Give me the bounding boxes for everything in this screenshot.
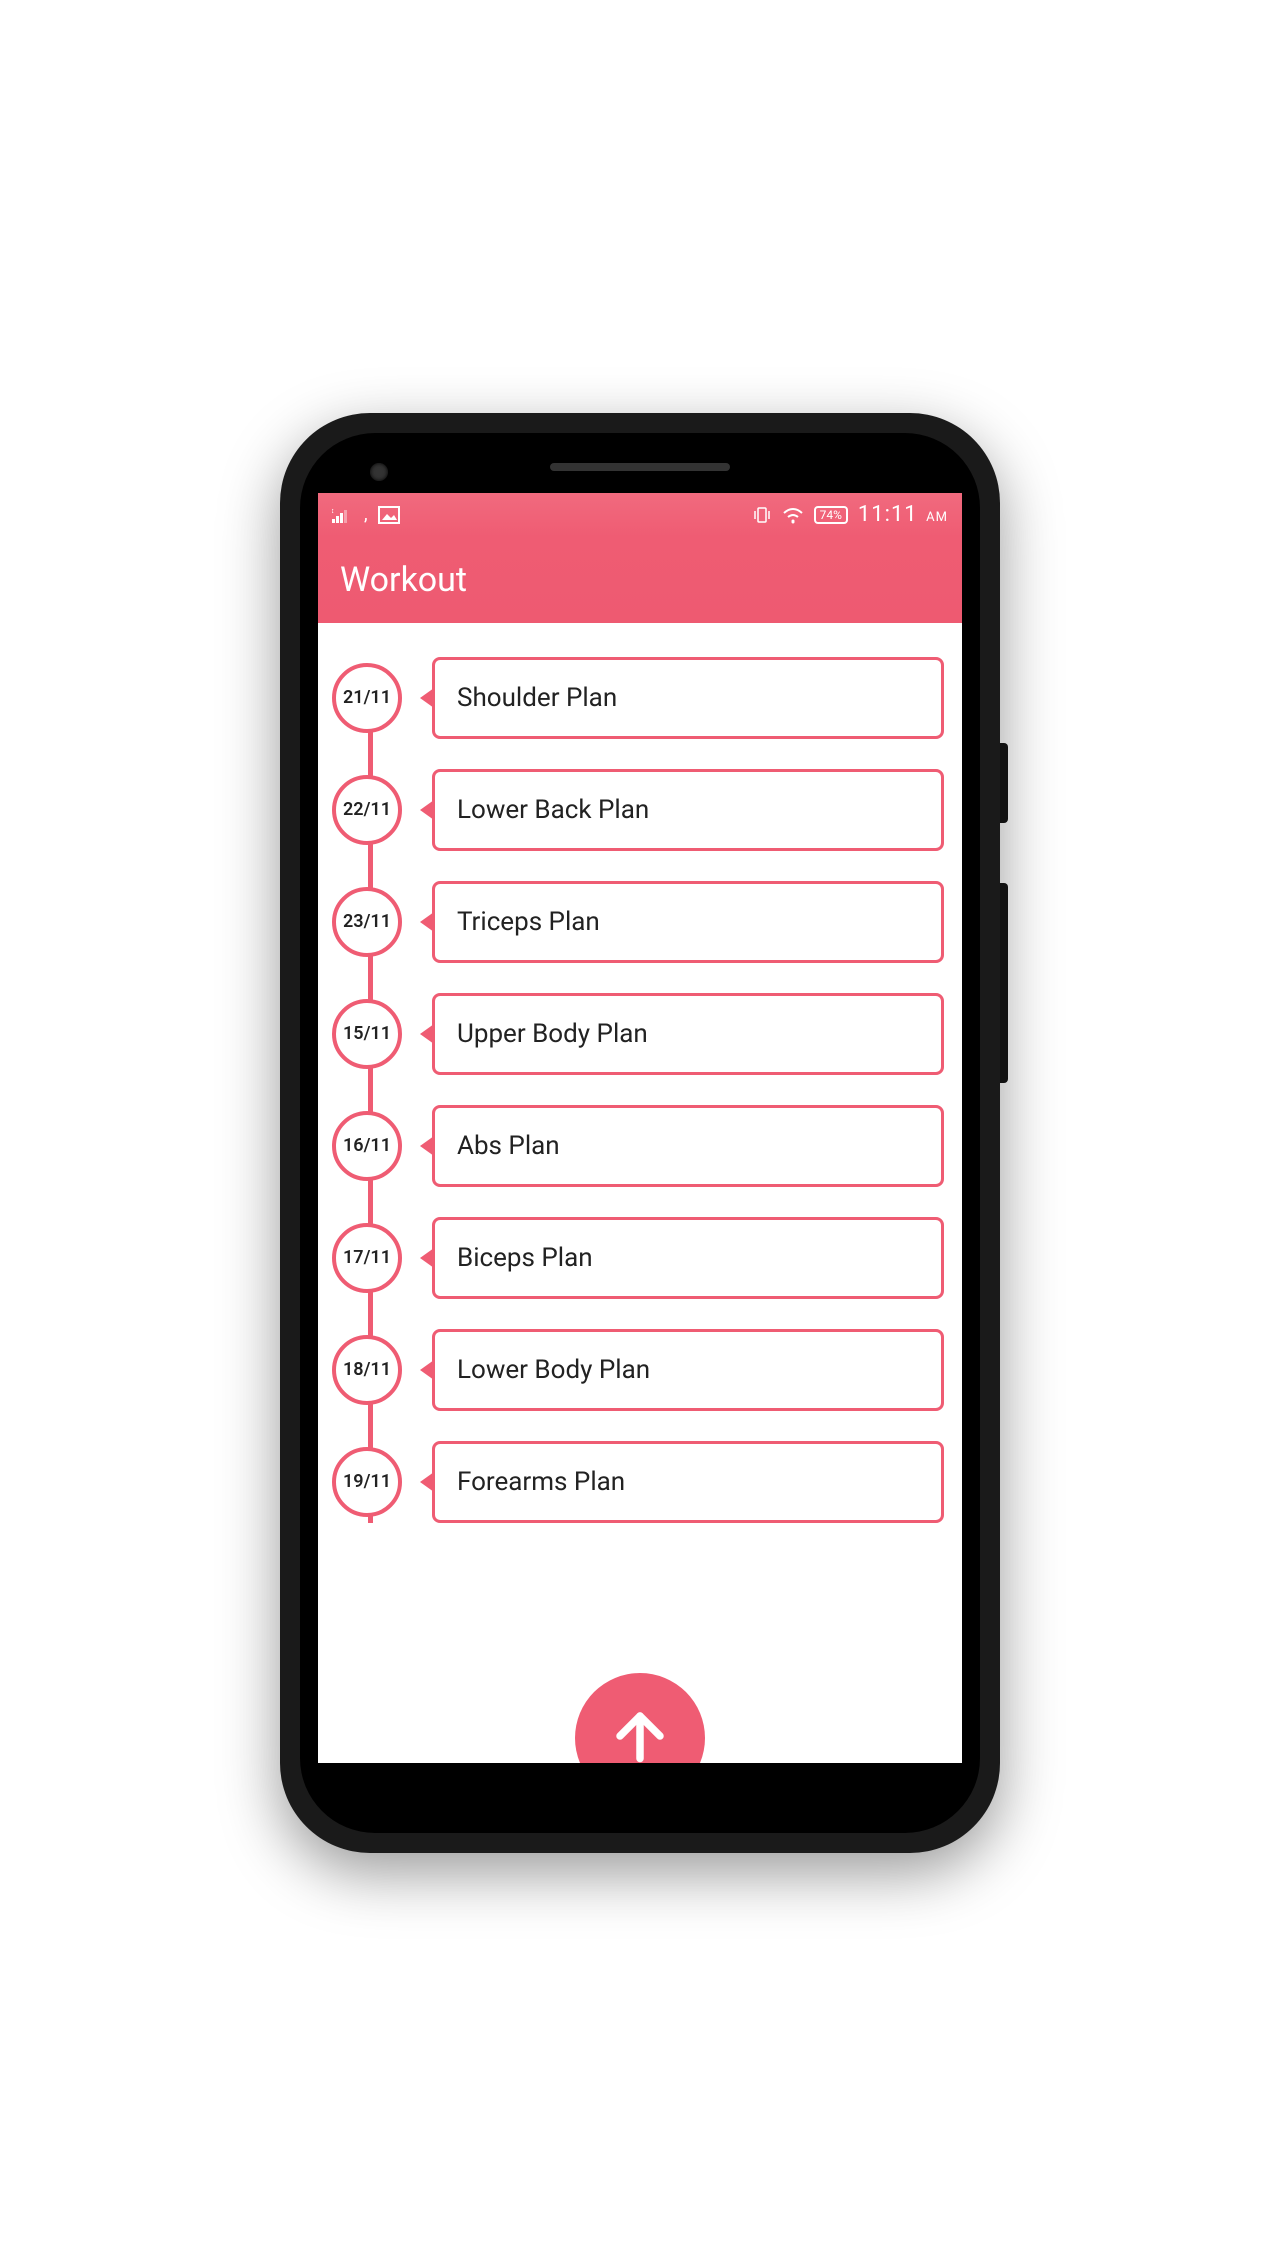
plan-name: Abs Plan: [457, 1131, 560, 1161]
phone-camera: [370, 463, 388, 481]
plan-name: Shoulder Plan: [457, 683, 617, 713]
plan-name: Triceps Plan: [457, 907, 600, 937]
arrow-up-icon: [610, 1706, 670, 1763]
screen: × , 74% 11:11: [318, 493, 962, 1763]
no-signal-icon: ×: [332, 507, 354, 523]
plan-name: Biceps Plan: [457, 1243, 593, 1273]
plan-name: Lower Body Plan: [457, 1355, 650, 1385]
page-title: Workout: [340, 560, 467, 600]
plan-name: Lower Back Plan: [457, 795, 649, 825]
timeline-item: 22/11 Lower Back Plan: [332, 769, 962, 851]
scroll-up-button[interactable]: [575, 1673, 705, 1763]
status-time: 11:11 AM: [858, 502, 948, 527]
plan-card[interactable]: Triceps Plan: [432, 881, 944, 963]
time-ampm: AM: [926, 510, 948, 525]
timeline-item: 19/11 Forearms Plan: [332, 1441, 962, 1523]
date-circle: 21/11: [332, 663, 402, 733]
status-bar: × , 74% 11:11: [318, 493, 962, 537]
phone-side-button: [1000, 743, 1008, 823]
time-value: 11:11: [858, 502, 918, 527]
separator: ,: [364, 504, 368, 525]
timeline-item: 18/11 Lower Body Plan: [332, 1329, 962, 1411]
plan-name: Upper Body Plan: [457, 1019, 648, 1049]
date-circle: 16/11: [332, 1111, 402, 1181]
battery-indicator: 74%: [814, 506, 848, 524]
date-circle: 15/11: [332, 999, 402, 1069]
date-circle: 22/11: [332, 775, 402, 845]
phone-side-button: [1000, 883, 1008, 1083]
date-circle: 18/11: [332, 1335, 402, 1405]
vibrate-icon: [752, 505, 772, 525]
plan-card[interactable]: Lower Back Plan: [432, 769, 944, 851]
content-area[interactable]: 21/11 Shoulder Plan 22/11 Lower Back Plan 23…: [318, 623, 962, 1763]
picture-icon: [378, 506, 400, 524]
date-circle: 17/11: [332, 1223, 402, 1293]
plan-card[interactable]: Lower Body Plan: [432, 1329, 944, 1411]
date-circle: 23/11: [332, 887, 402, 957]
svg-text:×: ×: [332, 507, 334, 517]
phone-speaker: [550, 463, 730, 471]
date-circle: 19/11: [332, 1447, 402, 1517]
timeline-item: 16/11 Abs Plan: [332, 1105, 962, 1187]
plan-card[interactable]: Upper Body Plan: [432, 993, 944, 1075]
plan-card[interactable]: Biceps Plan: [432, 1217, 944, 1299]
phone-frame: × , 74% 11:11: [280, 413, 1000, 1853]
wifi-icon: [782, 506, 804, 524]
timeline-item: 23/11 Triceps Plan: [332, 881, 962, 963]
plan-card[interactable]: Shoulder Plan: [432, 657, 944, 739]
plan-name: Forearms Plan: [457, 1467, 625, 1497]
app-header: Workout: [318, 537, 962, 623]
plan-card[interactable]: Forearms Plan: [432, 1441, 944, 1523]
plan-card[interactable]: Abs Plan: [432, 1105, 944, 1187]
timeline: 21/11 Shoulder Plan 22/11 Lower Back Plan 23…: [318, 657, 962, 1523]
timeline-item: 15/11 Upper Body Plan: [332, 993, 962, 1075]
timeline-item: 17/11 Biceps Plan: [332, 1217, 962, 1299]
timeline-item: 21/11 Shoulder Plan: [332, 657, 962, 739]
